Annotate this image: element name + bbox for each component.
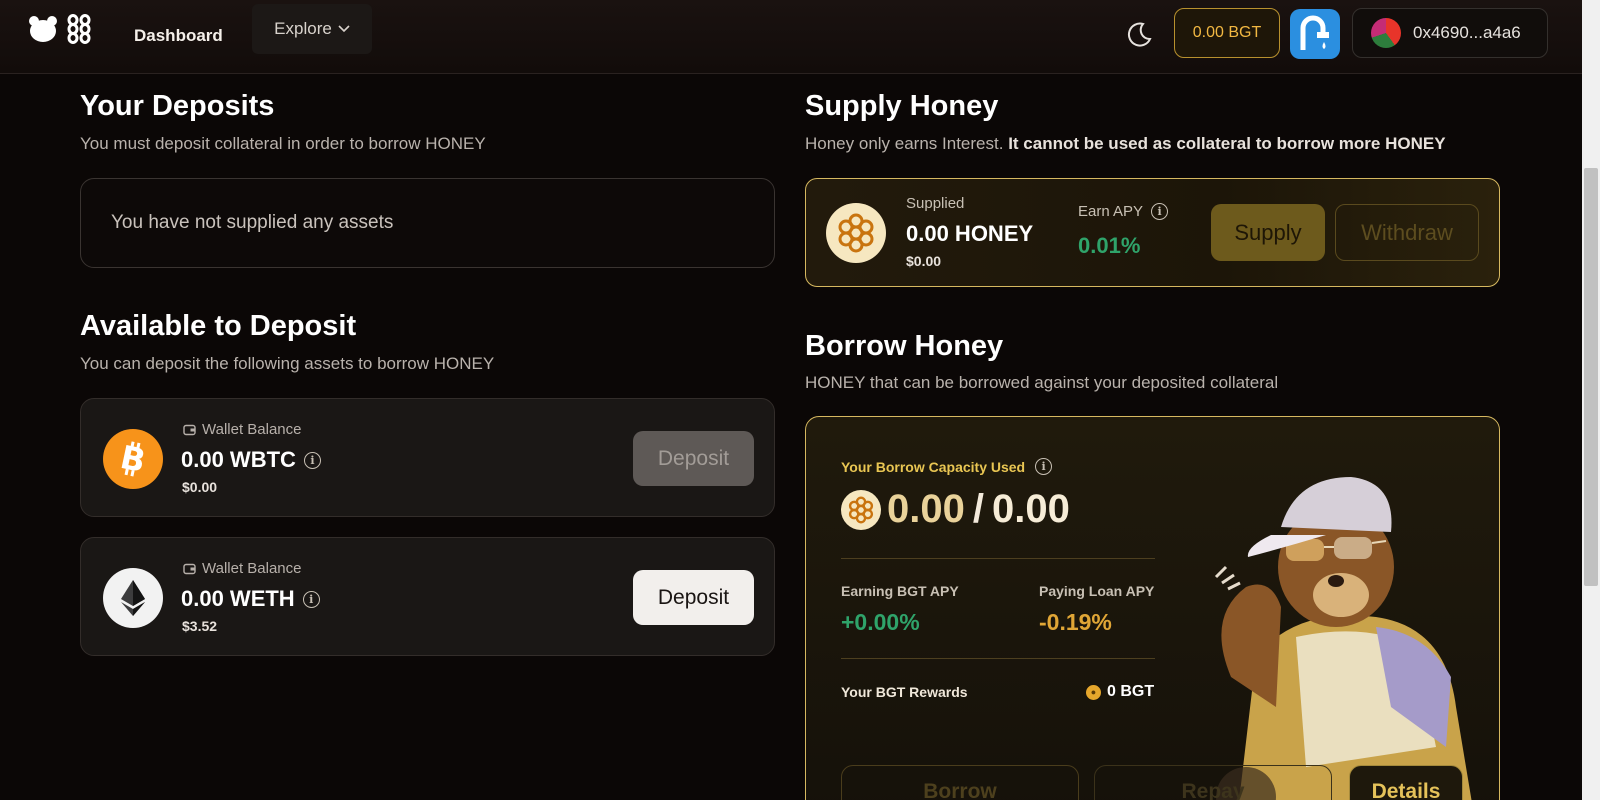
asset-card-weth: Wallet Balance 0.00 WETH i $3.52 Deposit: [80, 537, 775, 656]
paying-apy-value: -0.19%: [1039, 609, 1112, 635]
supply-title: Supply Honey: [805, 90, 999, 122]
repay-button[interactable]: Repay: [1094, 765, 1332, 800]
asset-amount: 0.00 WETH i: [181, 586, 320, 612]
deposits-title: Your Deposits: [80, 90, 275, 122]
available-title: Available to Deposit: [80, 310, 357, 342]
avatar: [1371, 18, 1401, 48]
borrow-subtitle: HONEY that can be borrowed against your …: [805, 373, 1279, 392]
wallet-address: 0x4690...a4a6: [1413, 23, 1521, 42]
info-icon[interactable]: i: [1151, 203, 1169, 220]
bgt-rewards-label: Your BGT Rewards: [841, 684, 968, 700]
moon-icon: [1127, 22, 1152, 47]
theme-toggle[interactable]: [1124, 20, 1154, 55]
bgt-coin-icon: ●: [1086, 684, 1101, 700]
asset-card-wbtc: B Wallet Balance 0.00 WBTC i $0.00 Depos…: [80, 398, 775, 517]
supply-subtitle: Honey only earns Interest. It cannot be …: [805, 134, 1446, 153]
divider: [841, 558, 1155, 559]
borrow-card: Your Borrow Capacity Used i 0.00 / 0.00 …: [805, 416, 1500, 800]
earn-apy-value: 0.01%: [1078, 233, 1141, 258]
honey-icon: [826, 203, 886, 263]
supply-card: Supplied 0.00 HONEY $0.00 Earn APY i 0.0…: [805, 178, 1500, 287]
supplied-label: Supplied: [906, 195, 965, 212]
bear-logo-icon: [29, 16, 57, 42]
bear-illustration: [1214, 477, 1472, 800]
earn-apy-label: Earn APY i: [1078, 203, 1169, 220]
available-subtitle: You can deposit the following assets to …: [80, 354, 495, 373]
info-icon[interactable]: i: [1035, 458, 1053, 475]
earning-apy-label: Earning BGT APY: [841, 583, 959, 599]
supply-button[interactable]: Supply: [1211, 204, 1325, 261]
bgt-balance-button[interactable]: 0.00 BGT: [1174, 8, 1280, 58]
scrollbar-thumb[interactable]: [1584, 168, 1598, 586]
nav-explore-label: Explore: [274, 19, 332, 38]
capacity-used: 0.00: [887, 487, 965, 531]
info-icon[interactable]: i: [303, 451, 321, 469]
deposit-button-weth[interactable]: Deposit: [633, 570, 754, 625]
honey-icon: [841, 489, 881, 530]
capacity-total: 0.00: [991, 487, 1070, 531]
bgt-rewards-value: ● 0 BGT: [1086, 683, 1154, 701]
supplied-usd-value: $0.00: [906, 253, 942, 269]
borrow-capacity-label: Your Borrow Capacity Used i: [841, 458, 1053, 475]
deposits-empty-text: You have not supplied any assets: [111, 212, 394, 233]
info-icon[interactable]: i: [302, 590, 320, 608]
faucet-icon: [1300, 15, 1329, 50]
wallet-button[interactable]: 0x4690...a4a6: [1352, 8, 1548, 58]
paying-apy-label: Paying Loan APY: [1039, 583, 1155, 599]
deposit-button-wbtc[interactable]: Deposit: [633, 431, 754, 486]
deposits-empty-card: You have not supplied any assets: [80, 178, 775, 268]
borrow-title: Borrow Honey: [805, 330, 1004, 362]
wallet-balance-label: Wallet Balance: [183, 421, 302, 438]
borrow-capacity-value: 0.00 / 0.00: [841, 487, 1070, 532]
nav-dashboard[interactable]: Dashboard: [134, 18, 223, 54]
top-nav: Dashboard Explore 0.00 BGT 0x4690...a4a6: [0, 0, 1582, 74]
capacity-separator: /: [972, 487, 984, 531]
divider: [841, 658, 1155, 659]
chevron-down-icon: [338, 25, 350, 33]
chain-logo-icon: [67, 14, 91, 44]
app-logo[interactable]: [28, 14, 92, 44]
asset-usd-value: $3.52: [182, 618, 218, 634]
details-button[interactable]: Details: [1349, 765, 1463, 800]
wallet-icon: [183, 563, 196, 574]
deposits-subtitle: You must deposit collateral in order to …: [80, 134, 486, 153]
asset-amount: 0.00 WBTC i: [181, 447, 321, 473]
bitcoin-icon: B: [103, 429, 163, 489]
asset-usd-value: $0.00: [182, 479, 218, 495]
wallet-balance-label: Wallet Balance: [183, 560, 302, 577]
wallet-icon: [183, 424, 196, 435]
earning-apy-value: +0.00%: [841, 609, 920, 635]
ethereum-icon: [103, 568, 163, 628]
nav-explore[interactable]: Explore: [252, 4, 372, 54]
faucet-button[interactable]: [1290, 9, 1340, 59]
scrollbar[interactable]: [1582, 0, 1600, 800]
borrow-button[interactable]: Borrow: [841, 765, 1079, 800]
supplied-amount: 0.00 HONEY: [906, 221, 1034, 246]
withdraw-button[interactable]: Withdraw: [1335, 204, 1479, 261]
